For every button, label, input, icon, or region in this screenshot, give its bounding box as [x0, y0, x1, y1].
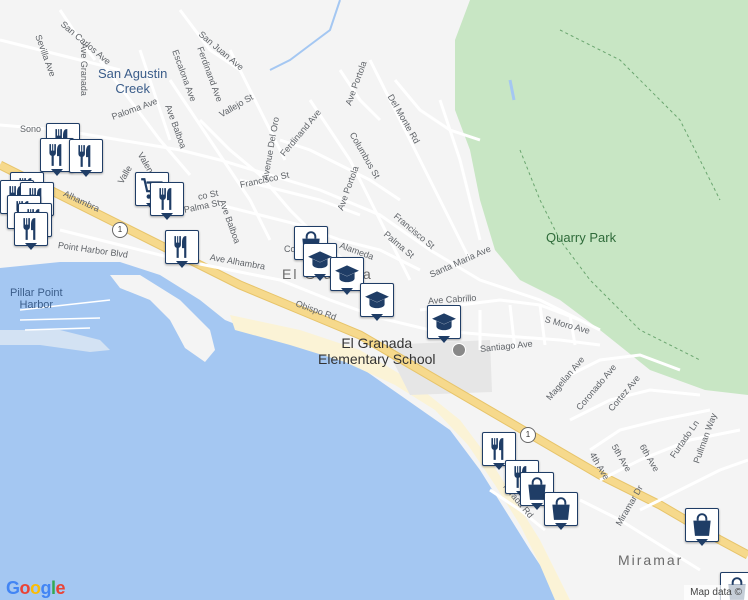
label-sonoma: Sono — [20, 124, 42, 134]
shopping-pin[interactable] — [544, 492, 578, 530]
highway-1-shield: 1 — [112, 222, 128, 238]
restaurant-pin[interactable] — [14, 212, 48, 250]
label-miramar: Miramar — [618, 552, 684, 568]
map-canvas[interactable]: 1 1 San Agustin Creek Quarry Park Pillar… — [0, 0, 748, 600]
shopping-icon — [685, 508, 719, 542]
school-pin[interactable] — [427, 305, 461, 343]
restaurant-pin[interactable] — [165, 230, 199, 268]
map-data-attribution[interactable]: Map data © — [684, 585, 748, 600]
school-pin[interactable] — [360, 283, 394, 321]
restaurant-icon — [14, 212, 48, 246]
label-quarry-park: Quarry Park — [546, 230, 617, 245]
restaurant-pin[interactable] — [69, 139, 103, 177]
label-san-agustin-creek: San Agustin Creek — [98, 66, 168, 96]
google-logo: Google — [6, 578, 66, 598]
label-ave-granada: Ave Granada — [79, 43, 89, 96]
highway-1-shield: 1 — [520, 427, 536, 443]
school-location-icon[interactable] — [452, 343, 466, 357]
restaurant-icon — [150, 182, 184, 216]
label-pillar-point-harbor: Pillar Point Harbor — [10, 287, 63, 311]
restaurant-icon — [165, 230, 199, 264]
restaurant-pin[interactable] — [150, 182, 184, 220]
school-icon — [427, 305, 461, 339]
school-icon — [330, 257, 364, 291]
school-icon — [360, 283, 394, 317]
shopping-icon — [544, 492, 578, 526]
label-el-granada-school: El Granada Elementary School — [318, 335, 436, 367]
shopping-pin[interactable] — [685, 508, 719, 546]
school-pin[interactable] — [330, 257, 364, 295]
restaurant-icon — [69, 139, 103, 173]
